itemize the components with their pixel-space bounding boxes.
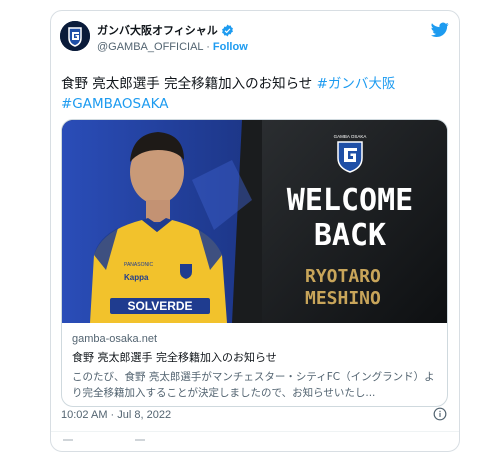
handle-row: @GAMBA_OFFICIAL · Follow	[97, 41, 248, 53]
info-icon[interactable]	[433, 407, 447, 421]
verified-badge-icon	[221, 24, 233, 36]
account-name-row[interactable]: ガンバ大阪オフィシャル	[97, 22, 234, 38]
tweet-timestamp[interactable]: 10:02 AM · Jul 8, 2022	[61, 409, 171, 421]
card-description: このたび、食野 亮太郎選手がマンチェスター・シティFC（イングランド）より完全移…	[72, 371, 435, 399]
account-handle[interactable]: @GAMBA_OFFICIAL	[97, 41, 203, 53]
brand-text: Kappa	[124, 273, 149, 282]
chest-small-text: PANASONIC	[124, 262, 153, 268]
card-text-block: gamba-osaka.net 食野 亮太郎選手 完全移籍加入のお知らせ このた…	[72, 333, 438, 401]
player-first-name: RYOTARO	[305, 266, 381, 287]
tweet-text: 食野 亮太郎選手 完全移籍加入のお知らせ #ガンバ大阪 #GAMBAOSAKA	[61, 74, 451, 114]
card-image[interactable]: SOLVERDE Kappa PANASONIC GAMBA OSAKA WEL…	[62, 120, 447, 323]
twitter-bird-icon[interactable]	[431, 22, 449, 38]
tweet-card: ガンバ大阪オフィシャル @GAMBA_OFFICIAL · Follow 食野 …	[50, 10, 460, 452]
player-last-name: MESHINO	[305, 288, 381, 309]
club-crest-icon	[337, 141, 363, 173]
reply-action-hint[interactable]	[63, 439, 73, 449]
account-display-name[interactable]: ガンバ大阪オフィシャル	[97, 22, 218, 38]
retweet-action-hint[interactable]	[135, 439, 145, 449]
card-title[interactable]: 食野 亮太郎選手 完全移籍加入のお知らせ	[72, 349, 438, 365]
crest-text: GAMBA OSAKA	[334, 134, 367, 139]
hashtag-gambaosaka[interactable]: #GAMBAOSAKA	[61, 96, 168, 112]
hashtag-gamba-jp[interactable]: #ガンバ大阪	[317, 76, 396, 92]
follow-button[interactable]: Follow	[213, 41, 248, 53]
link-card[interactable]: SOLVERDE Kappa PANASONIC GAMBA OSAKA WEL…	[61, 119, 448, 407]
headline-back: BACK	[314, 218, 386, 253]
account-avatar[interactable]	[60, 21, 90, 51]
separator-dot: ·	[206, 41, 210, 53]
divider	[51, 431, 459, 432]
sponsor-text: SOLVERDE	[127, 299, 192, 313]
headline-welcome: WELCOME	[287, 183, 413, 218]
tweet-main-text: 食野 亮太郎選手 完全移籍加入のお知らせ	[61, 76, 317, 92]
card-domain[interactable]: gamba-osaka.net	[72, 333, 438, 345]
